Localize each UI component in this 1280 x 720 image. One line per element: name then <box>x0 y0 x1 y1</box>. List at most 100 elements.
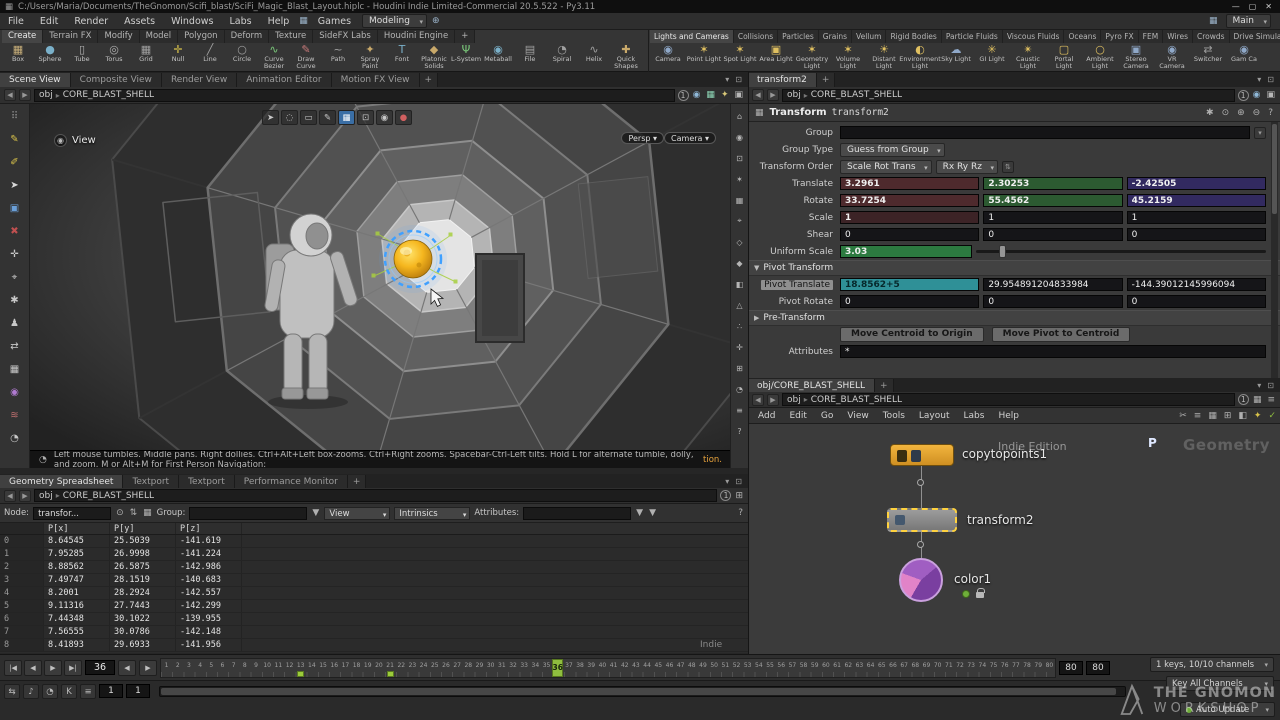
field-menu-button[interactable]: ▾ <box>1254 127 1266 139</box>
range-slider-bar[interactable] <box>161 688 1116 695</box>
tab-textport[interactable]: Textport <box>179 475 235 489</box>
button-move-pivot-to-centroid[interactable]: Move Pivot to Centroid <box>992 327 1131 342</box>
param-field-rotate-0[interactable]: 33.7254 <box>840 194 979 207</box>
auto-update-selector[interactable]: Auto Update▾ <box>1180 702 1275 717</box>
shelf-tool-file[interactable]: ▤File <box>514 43 546 72</box>
forward-icon[interactable]: ▶ <box>19 89 31 101</box>
filter-icon[interactable]: ▼ <box>648 508 657 518</box>
menu-file[interactable]: File <box>0 13 32 30</box>
tab-add-tab[interactable]: + <box>348 475 367 489</box>
current-frame-field[interactable]: 36 <box>85 660 115 675</box>
keys-channels-button[interactable]: 1 keys, 10/10 channels▾ <box>1150 657 1274 672</box>
back-icon[interactable]: ◀ <box>752 394 764 406</box>
menu-help[interactable]: Help <box>260 13 298 30</box>
node-copytopoints1[interactable] <box>890 444 954 466</box>
shelf-tool-portal-light[interactable]: ▢Portal Light <box>1046 43 1082 72</box>
tab-add[interactable]: + <box>875 379 894 393</box>
path-obj[interactable]: obj <box>787 90 801 100</box>
palette-icon[interactable]: ✦ <box>1253 411 1263 421</box>
global-start-field[interactable]: 1 <box>99 684 123 698</box>
shelf-tool-vr-camera[interactable]: ◉VR Camera <box>1154 43 1190 72</box>
shelf-tab-drive-simulation[interactable]: Drive Simulation <box>1230 30 1280 43</box>
params-scrollbar[interactable] <box>1271 122 1278 378</box>
tab-obj-core-blast-shell[interactable]: obj/CORE_BLAST_SHELL <box>748 379 875 393</box>
netmenu-add[interactable]: Add <box>751 408 782 424</box>
dopesheet-icon[interactable]: ≡ <box>80 684 96 699</box>
shelf-tab-particle-fluids[interactable]: Particle Fluids <box>942 30 1003 43</box>
box-select-icon[interactable]: ▭ <box>300 110 317 125</box>
shelf-tab-viscous-fluids[interactable]: Viscous Fluids <box>1003 30 1065 43</box>
lock-handle-icon[interactable]: ▣ <box>4 198 26 219</box>
shelf-tab-particles[interactable]: Particles <box>778 30 819 43</box>
loop-icon[interactable]: ⇆ <box>4 684 20 699</box>
column-header[interactable]: P[z] <box>176 523 242 534</box>
grid-toggle-icon[interactable]: ▦ <box>732 190 747 210</box>
shelf-tool-sky-light[interactable]: ☁Sky Light <box>938 43 974 72</box>
pane-link-icon[interactable]: ▦ <box>142 508 153 518</box>
character-tool-icon[interactable]: ♟ <box>4 313 26 334</box>
back-icon[interactable]: ◀ <box>4 490 16 502</box>
tab-transform2[interactable]: transform2 <box>748 73 817 87</box>
shelf-tool-gi-light[interactable]: ✳GI Light <box>974 43 1010 72</box>
shelf-tool-sphere[interactable]: ●Sphere <box>34 43 66 72</box>
shelf-tool-l-system[interactable]: ΨL-System <box>450 43 482 72</box>
cut-icon[interactable]: ✂ <box>1178 411 1188 421</box>
param-field-shear-0[interactable]: 0 <box>840 228 979 241</box>
param-field-shear-1[interactable]: 0 <box>983 228 1122 241</box>
camera-icon[interactable]: ◉ <box>692 90 702 100</box>
column-header[interactable]: P[y] <box>110 523 176 534</box>
shelf-tab-sidefx-labs[interactable]: SideFX Labs <box>313 30 378 43</box>
audio-icon[interactable]: ♪ <box>23 684 39 699</box>
shelf-tab-wires[interactable]: Wires <box>1163 30 1193 43</box>
key-tool-icon[interactable]: ✱ <box>4 290 26 311</box>
display-options-icon[interactable]: ▣ <box>1265 90 1276 100</box>
options-icon[interactable]: ≡ <box>732 400 747 420</box>
timeline-ruler[interactable]: 1234567891011121314151617181920212223242… <box>160 658 1056 678</box>
menu-edit[interactable]: Edit <box>32 13 66 30</box>
network-canvas[interactable]: Indie Edition Geometry P copytopoints1 t… <box>748 424 1280 654</box>
apply-icon[interactable]: ✓ <box>1267 411 1277 421</box>
shelf-tool-curve-bezier[interactable]: ∿Curve Bezier <box>258 43 290 72</box>
shelf-tool-tube[interactable]: ▯Tube <box>66 43 98 72</box>
secure-selection-icon[interactable]: ▦ <box>338 110 355 125</box>
snapshot-icon[interactable]: ▦ <box>705 90 716 100</box>
viewport[interactable]: ◉ View ➤◌▭✎▦⊡◉● Persp ▾ Camera ▾ <box>30 104 730 450</box>
param-field-pivot-rotate-0[interactable]: 0 <box>840 295 979 308</box>
zoom-out-icon[interactable]: ⊖ <box>1252 108 1262 118</box>
frame-up-button[interactable]: ▶ <box>139 660 157 676</box>
add-desktop-icon[interactable]: ⊕ <box>430 16 442 26</box>
forward-icon[interactable]: ▶ <box>19 490 31 502</box>
shelf-tool-geometry-light[interactable]: ✶Geometry Light <box>794 43 830 72</box>
shelf-tab-vellum[interactable]: Vellum <box>852 30 886 43</box>
take-badge[interactable]: 1 <box>720 490 731 501</box>
shelf-tool-switcher[interactable]: ⇄Switcher <box>1190 43 1226 72</box>
path-core-blast-shell[interactable]: CORE_BLAST_SHELL <box>63 90 154 100</box>
param-field-uniform-scale[interactable]: 3.03 <box>840 245 972 258</box>
shelf-tool-metaball[interactable]: ◉Metaball <box>482 43 514 72</box>
info-tool-icon[interactable]: ◔ <box>4 428 26 449</box>
clock-icon[interactable]: ◔ <box>732 379 747 399</box>
netmenu-view[interactable]: View <box>840 408 875 424</box>
wireframe-icon[interactable]: ◇ <box>732 232 747 252</box>
pane-menu-icon[interactable]: ▾ <box>1254 378 1264 393</box>
maximize-button[interactable]: ▢ <box>1249 2 1257 11</box>
param-select-group-type-0[interactable]: Guess from Group <box>840 143 945 157</box>
grid-icon[interactable]: ▦ <box>1252 395 1263 405</box>
path-obj[interactable]: obj <box>39 90 53 100</box>
shelf-tool-environment-light[interactable]: ◐Environment Light <box>902 43 938 72</box>
viewport-canvas[interactable] <box>30 104 730 450</box>
shelf-tool-path[interactable]: ~Path <box>322 43 354 72</box>
shelf-tab-create[interactable]: Create <box>2 30 43 43</box>
param-field-translate-1[interactable]: 2.30253 <box>983 177 1122 190</box>
filter-icon[interactable]: ▼ <box>635 508 644 518</box>
spreadsheet-path-field[interactable]: obj▸CORE_BLAST_SHELL <box>34 489 717 502</box>
param-select-transform-order-0[interactable]: Scale Rot Trans <box>840 160 932 174</box>
scrollbar-thumb[interactable] <box>1272 124 1277 214</box>
path-core-blast-shell[interactable]: CORE_BLAST_SHELL <box>811 395 902 405</box>
netmenu-go[interactable]: Go <box>814 408 840 424</box>
path-core-blast-shell[interactable]: CORE_BLAST_SHELL <box>811 90 902 100</box>
shelf-tab-oceans[interactable]: Oceans <box>1064 30 1101 43</box>
shelf-tool-torus[interactable]: ◎Torus <box>98 43 130 72</box>
param-field-translate-0[interactable]: 3.2961 <box>840 177 979 190</box>
shelf-tab-fem[interactable]: FEM <box>1139 30 1164 43</box>
